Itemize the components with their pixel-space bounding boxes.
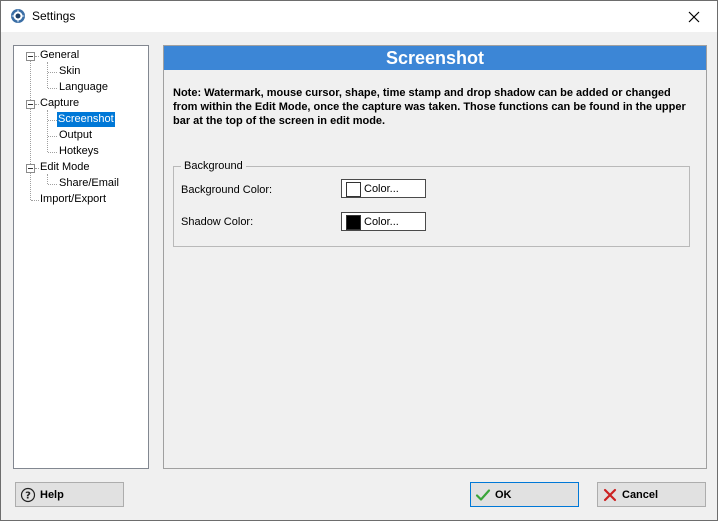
- tree-item-skin[interactable]: Skin: [58, 64, 81, 79]
- tree-item-capture[interactable]: Capture: [39, 96, 80, 111]
- groupbox-title: Background: [181, 159, 246, 173]
- ok-button-label: OK: [495, 489, 512, 501]
- close-icon: [688, 11, 700, 22]
- color-swatch-black: [346, 215, 361, 230]
- close-button[interactable]: [671, 1, 717, 32]
- tree-item-screenshot[interactable]: Screenshot: [57, 112, 115, 127]
- collapse-icon[interactable]: [26, 100, 35, 109]
- tree-line: [47, 62, 48, 88]
- background-color-button[interactable]: Color...: [341, 179, 426, 198]
- shadow-color-label: Shadow Color:: [181, 216, 254, 228]
- collapse-icon[interactable]: [26, 52, 35, 61]
- tree-item-hotkeys[interactable]: Hotkeys: [58, 144, 100, 159]
- tree-item-import-export[interactable]: Import/Export: [39, 192, 107, 207]
- tree-line: [48, 136, 57, 137]
- tree-item-general[interactable]: General: [39, 48, 80, 63]
- settings-window: Settings General Skin Language Capture S…: [0, 0, 718, 521]
- note-text: Note: Watermark, mouse cursor, shape, ti…: [173, 87, 686, 127]
- tree-item-language[interactable]: Language: [58, 80, 109, 95]
- tree-line: [47, 174, 48, 184]
- section-header: Screenshot: [164, 46, 706, 70]
- app-icon: [11, 9, 25, 23]
- color-swatch-white: [346, 182, 361, 197]
- tree-line: [48, 184, 57, 185]
- cancel-button[interactable]: Cancel: [597, 482, 706, 507]
- tree-line: [48, 88, 57, 89]
- tree-line: [48, 120, 57, 121]
- tree-line: [47, 110, 48, 152]
- svg-text:?: ?: [25, 491, 31, 502]
- ok-button[interactable]: OK: [470, 482, 579, 507]
- checkmark-icon: [475, 489, 491, 501]
- cancel-button-label: Cancel: [622, 489, 659, 501]
- help-button-label: Help: [40, 489, 64, 501]
- title-bar: Settings: [1, 1, 717, 32]
- tree-line: [48, 152, 57, 153]
- shadow-color-button[interactable]: Color...: [341, 212, 426, 231]
- help-button[interactable]: ? Help: [15, 482, 124, 507]
- collapse-icon[interactable]: [26, 164, 35, 173]
- color-button-label: Color...: [364, 216, 399, 228]
- background-color-label: Background Color:: [181, 184, 273, 196]
- settings-content-panel: Screenshot Note: Watermark, mouse cursor…: [163, 45, 707, 469]
- settings-tree: General Skin Language Capture Screenshot…: [13, 45, 149, 469]
- tree-item-edit-mode[interactable]: Edit Mode: [39, 160, 91, 175]
- tree-item-share-email[interactable]: Share/Email: [58, 176, 120, 191]
- tree-item-output[interactable]: Output: [58, 128, 93, 143]
- tree-line: [48, 72, 57, 73]
- cross-icon: [603, 488, 617, 502]
- tree-line: [30, 56, 31, 200]
- background-groupbox: Background Background Color: Color... Sh…: [173, 159, 690, 247]
- color-button-label: Color...: [364, 183, 399, 195]
- tree-line: [31, 200, 39, 201]
- window-title: Settings: [32, 9, 76, 23]
- help-icon: ?: [20, 487, 36, 503]
